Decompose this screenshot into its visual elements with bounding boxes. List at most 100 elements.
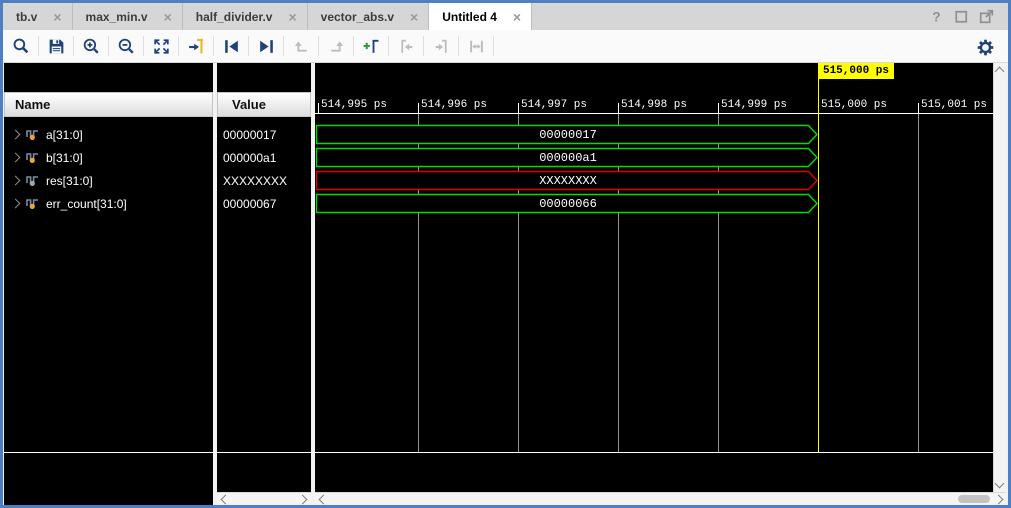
ruler-tick-label: 515,001 ps — [921, 99, 987, 111]
toolbar-separator — [73, 36, 74, 56]
float-icon[interactable] — [952, 7, 971, 26]
timeline-baseline — [315, 113, 993, 114]
expand-icon[interactable] — [11, 199, 21, 209]
search-button[interactable] — [8, 33, 34, 59]
expand-icon[interactable] — [11, 153, 21, 163]
tab-label: Untitled 4 — [442, 10, 497, 24]
zoom-fit-button[interactable] — [148, 33, 174, 59]
tab-tb-v[interactable]: tb.v × — [3, 3, 73, 30]
toolbar — [3, 30, 1008, 63]
ruler-tick — [418, 103, 419, 113]
scroll-right-icon[interactable] — [994, 495, 1004, 505]
scroll-down-icon[interactable] — [995, 479, 1005, 489]
svg-text:00000066: 00000066 — [539, 197, 597, 211]
help-icon[interactable]: ? — [927, 7, 946, 26]
expand-icon[interactable] — [11, 176, 21, 186]
wave-window-body: Name a[31:0] b[31:0] res[31:0] err_count[31… — [3, 63, 1008, 505]
signal-value: XXXXXXXX — [223, 169, 311, 192]
tab-label: tb.v — [16, 10, 37, 24]
h-scrollbar-thumb[interactable] — [958, 495, 990, 503]
toolbar-buttons — [8, 30, 498, 62]
toolbar-separator — [178, 36, 179, 56]
wave-canvas[interactable]: 514,995 ps514,996 ps514,997 ps514,998 ps… — [315, 63, 993, 492]
tab-vector-abs-v[interactable]: vector_abs.v × — [308, 3, 430, 30]
name-column-header: Name — [4, 92, 213, 117]
go-to-time-button[interactable] — [183, 33, 209, 59]
scroll-left-icon[interactable] — [319, 495, 329, 505]
ruler-tick-label: 514,998 ps — [621, 99, 687, 111]
toolbar-separator — [388, 36, 389, 56]
toolbar-separator — [493, 36, 494, 56]
ruler-tick — [318, 103, 319, 113]
wave-bus-err-count-31-0: 00000066 — [315, 192, 993, 215]
toolbar-separator — [213, 36, 214, 56]
tab-half-divider-v[interactable]: half_divider.v × — [183, 3, 308, 30]
ruler-tick-label: 514,996 ps — [421, 99, 487, 111]
svg-text:00000017: 00000017 — [539, 128, 597, 142]
values-h-scrollbar[interactable] — [217, 492, 311, 505]
wave-h-scrollbar[interactable] — [315, 492, 1005, 505]
close-icon[interactable]: × — [410, 10, 418, 24]
toolbar-separator — [458, 36, 459, 56]
signal-values-panel: Value 00000017000000a1XXXXXXXX00000067 — [217, 63, 311, 505]
previous-transition-button[interactable] — [288, 33, 314, 59]
time-cursor-line[interactable] — [818, 79, 819, 452]
toolbar-separator — [283, 36, 284, 56]
add-marker-button[interactable] — [358, 33, 384, 59]
bus-icon — [26, 128, 41, 141]
close-icon[interactable]: × — [288, 10, 296, 24]
bus-icon — [26, 174, 41, 187]
scroll-up-icon[interactable] — [995, 67, 1005, 77]
expand-icon[interactable] — [11, 130, 21, 140]
previous-marker-button[interactable] — [393, 33, 419, 59]
signal-row-res-31-0[interactable]: res[31:0] — [4, 169, 213, 192]
svg-text:XXXXXXXX: XXXXXXXX — [539, 174, 597, 188]
ruler-tick — [918, 103, 919, 113]
toolbar-separator — [423, 36, 424, 56]
tab-max-min-v[interactable]: max_min.v× — [73, 3, 183, 30]
close-icon[interactable]: × — [53, 10, 61, 24]
toolbar-separator — [248, 36, 249, 56]
time-cursor-label[interactable]: 515,000 ps — [818, 63, 894, 79]
wave-v-scrollbar[interactable] — [993, 63, 1005, 492]
next-marker-button[interactable] — [428, 33, 454, 59]
bus-icon — [26, 151, 41, 164]
tab-untitled-4[interactable]: Untitled 4 × — [429, 3, 532, 30]
value-column-header: Value — [217, 92, 311, 117]
wave-bus-b-31-0: 000000a1 — [315, 146, 993, 169]
signal-value: 00000067 — [223, 192, 311, 215]
toolbar-separator — [143, 36, 144, 56]
ruler-tick-label: 514,999 ps — [721, 99, 787, 111]
tab-label: vector_abs.v — [321, 10, 394, 24]
signal-row-err-count-31-0[interactable]: err_count[31:0] — [4, 192, 213, 215]
signal-name: a[31:0] — [46, 128, 83, 142]
zoom-out-button[interactable] — [113, 33, 139, 59]
signal-name: err_count[31:0] — [46, 197, 127, 211]
ruler-tick-label: 514,995 ps — [321, 99, 387, 111]
signal-name: res[31:0] — [46, 174, 93, 188]
signal-names-panel: Name a[31:0] b[31:0] res[31:0] err_count[31… — [4, 63, 213, 505]
wave-bus-res-31-0: XXXXXXXX — [315, 169, 993, 192]
close-icon[interactable]: × — [513, 10, 521, 24]
signal-row-a-31-0[interactable]: a[31:0] — [4, 123, 213, 146]
scroll-left-icon[interactable] — [221, 495, 231, 505]
signal-row-b-31-0[interactable]: b[31:0] — [4, 146, 213, 169]
zoom-in-button[interactable] — [78, 33, 104, 59]
settings-button[interactable] — [972, 34, 998, 60]
next-transition-button[interactable] — [323, 33, 349, 59]
toolbar-separator — [353, 36, 354, 56]
ruler-tick — [518, 103, 519, 113]
tab-strip: tb.v×max_min.v×half_divider.v×vector_abs… — [3, 3, 1008, 31]
go-to-start-button[interactable] — [218, 33, 244, 59]
tab-label: half_divider.v — [196, 10, 273, 24]
waveform-panel: 514,995 ps514,996 ps514,997 ps514,998 ps… — [315, 63, 1005, 505]
scroll-right-icon[interactable] — [298, 495, 308, 505]
swap-cursors-button[interactable] — [463, 33, 489, 59]
svg-text:?: ? — [932, 9, 940, 24]
svg-text:000000a1: 000000a1 — [539, 151, 597, 165]
maximize-icon[interactable] — [977, 7, 996, 26]
ruler-tick-label: 515,000 ps — [821, 99, 887, 111]
close-icon[interactable]: × — [164, 10, 172, 24]
save-button[interactable] — [43, 33, 69, 59]
go-to-end-button[interactable] — [253, 33, 279, 59]
